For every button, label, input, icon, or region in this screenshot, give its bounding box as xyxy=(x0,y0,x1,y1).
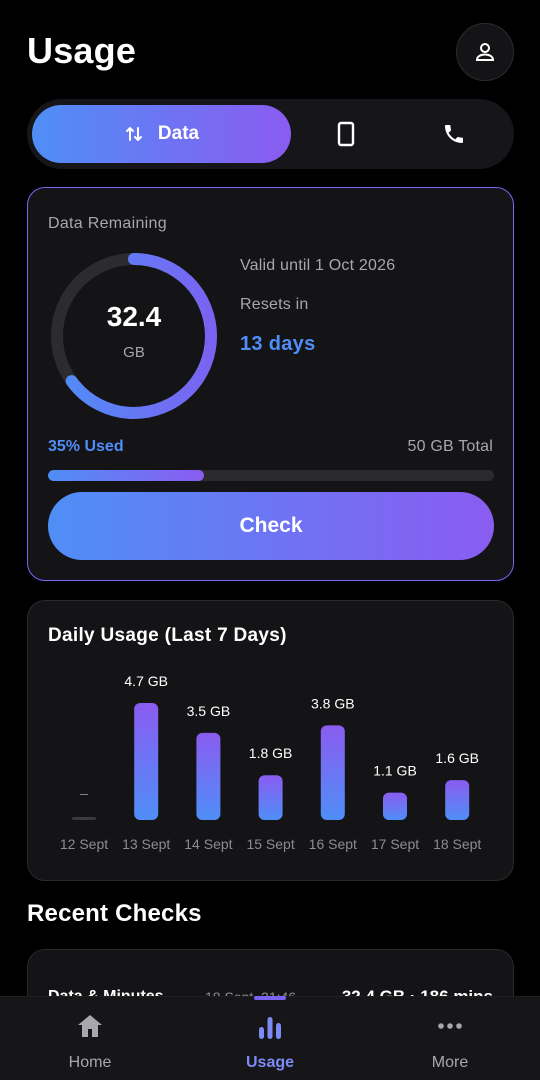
daily-usage-card: Daily Usage (Last 7 Days) 12 Sept –13 Sep… xyxy=(27,600,514,881)
bar-data-label: 1.1 GB xyxy=(373,763,417,779)
bar-data-label: 1.6 GB xyxy=(435,750,479,766)
active-tab-indicator xyxy=(254,996,286,1000)
nav-home-label: Home xyxy=(68,1054,112,1071)
header: Usage xyxy=(0,0,540,100)
recent-checks-title: Recent Checks xyxy=(27,900,202,927)
more-dots-icon xyxy=(438,1023,462,1029)
x-tick-label: 17 Sept xyxy=(371,836,419,852)
bar[interactable] xyxy=(320,725,345,820)
bar-data-label: 4.7 GB xyxy=(124,673,168,689)
resets-label: Resets in xyxy=(240,296,309,313)
bar[interactable] xyxy=(445,780,470,820)
nav-more[interactable]: More xyxy=(360,997,540,1080)
valid-until-text: Valid until 1 Oct 2026 xyxy=(240,257,396,274)
remaining-value: 32.4 xyxy=(106,301,162,332)
resets-value: 13 days xyxy=(240,333,316,355)
check-button[interactable]: Check xyxy=(48,492,494,560)
page-title: Usage xyxy=(27,30,137,71)
home-icon xyxy=(78,1015,102,1037)
remaining-ring xyxy=(51,253,217,419)
tab-device[interactable] xyxy=(296,105,396,163)
x-tick-label: 12 Sept xyxy=(60,836,108,852)
phone-call-icon xyxy=(445,125,463,143)
data-remaining-label: Data Remaining xyxy=(48,215,167,232)
bar-data-label: 1.8 GB xyxy=(249,745,293,761)
x-tick-label: 16 Sept xyxy=(309,836,357,852)
tab-data[interactable]: Data xyxy=(32,105,291,163)
profile-button[interactable] xyxy=(456,23,514,81)
x-tick-label: 14 Sept xyxy=(184,836,232,852)
bar-empty xyxy=(72,817,96,820)
bottom-nav: Home Usage More xyxy=(0,996,540,1080)
nav-usage-label: Usage xyxy=(245,1054,295,1071)
data-remaining-card: Data Remaining 32.4 GB Valid until 1 Oct… xyxy=(27,187,514,581)
swap-vertical-icon xyxy=(125,127,142,141)
tab-data-label: Data xyxy=(157,123,200,144)
user-icon xyxy=(475,43,495,61)
total-text: 50 GB Total xyxy=(407,438,493,455)
remaining-unit: GB xyxy=(123,344,145,361)
bar-data-label: 3.8 GB xyxy=(311,695,355,711)
nav-more-label: More xyxy=(431,1054,469,1071)
nav-home[interactable]: Home xyxy=(0,997,180,1080)
usage-type-tabs: Data xyxy=(27,99,514,169)
phone-device-icon xyxy=(337,121,355,147)
bar[interactable] xyxy=(258,775,283,820)
bar-data-label: – xyxy=(80,785,88,801)
used-percent-text: 35% Used xyxy=(48,438,124,455)
bar[interactable] xyxy=(383,792,407,820)
usage-progress-fill xyxy=(48,470,205,481)
bar[interactable] xyxy=(196,732,221,820)
tab-calls[interactable] xyxy=(404,105,504,163)
bar[interactable] xyxy=(134,703,159,820)
daily-usage-chart: 12 Sept – 13 Sept 4.7 GB 14 Sept 3.5 GB 15 Sep… xyxy=(60,673,482,852)
bar-data-label: 3.5 GB xyxy=(187,703,231,719)
x-tick-label: 15 Sept xyxy=(246,836,294,852)
nav-usage[interactable]: Usage xyxy=(180,996,360,1080)
bar-chart-icon xyxy=(259,1017,281,1039)
usage-progress-bar xyxy=(48,470,494,481)
x-tick-label: 18 Sept xyxy=(433,836,481,852)
x-tick-label: 13 Sept xyxy=(122,836,170,852)
